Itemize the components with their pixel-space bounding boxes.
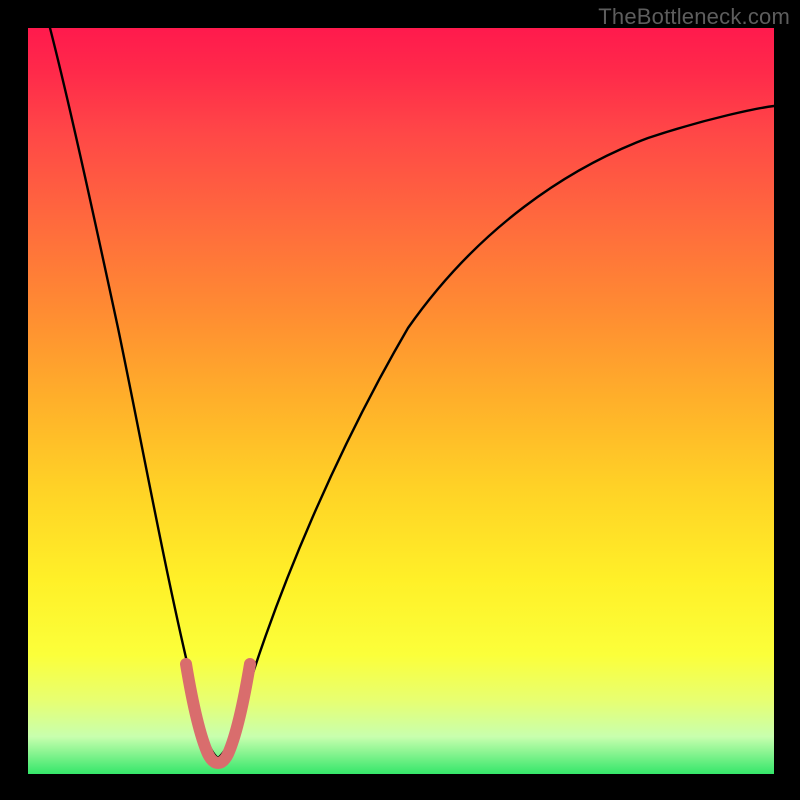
chart-frame: TheBottleneck.com	[0, 0, 800, 800]
highlight-curve	[186, 664, 250, 763]
watermark-text: TheBottleneck.com	[598, 4, 790, 30]
main-curve	[50, 28, 774, 758]
plot-area	[28, 28, 774, 774]
curve-layer	[28, 28, 774, 774]
